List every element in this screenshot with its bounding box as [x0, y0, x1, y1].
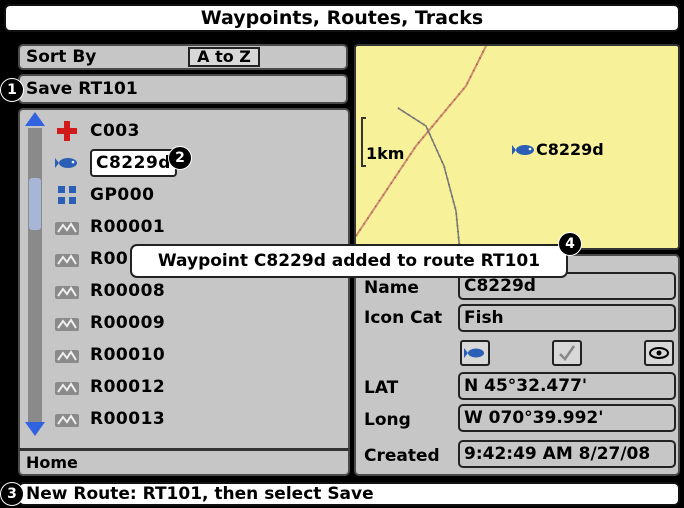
cross-icon [54, 120, 80, 142]
route-icon [54, 216, 80, 238]
grid-icon [54, 184, 80, 206]
fish-icon [464, 348, 484, 358]
scrollbar-track[interactable] [28, 128, 42, 422]
route-icon [54, 280, 80, 302]
name-label: Name [364, 278, 419, 298]
list-item-label: R00 [90, 249, 129, 269]
list-item[interactable]: R00013 [54, 404, 165, 434]
map-waypoint-label: C8229d [536, 140, 604, 159]
fish-icon [54, 152, 80, 174]
sort-by-label: Sort By [26, 47, 97, 67]
visibility-toggle[interactable] [644, 340, 674, 366]
eye-icon [649, 347, 669, 359]
home-button[interactable]: Home [18, 448, 350, 476]
list-item-label: C8229d [90, 149, 177, 177]
route-icon [54, 312, 80, 334]
list-item[interactable]: R00012 [54, 372, 165, 402]
route-icon [54, 344, 80, 366]
list-item-label: R00012 [90, 377, 166, 397]
longitude-field[interactable]: W 070°39.992' [458, 404, 676, 432]
fish-icon-option[interactable] [460, 340, 490, 366]
status-bar: New Route: RT101, then select Save [18, 482, 680, 506]
callout-badge-2: 2 [168, 146, 192, 170]
list-item-label: R00001 [90, 217, 166, 237]
list-item[interactable]: GP000 [54, 180, 154, 210]
list-item-label: GP000 [90, 185, 155, 205]
scroll-down-arrow-icon[interactable] [25, 422, 45, 436]
checkbox-option[interactable] [552, 340, 582, 366]
map-scale-label: 1km [366, 144, 405, 163]
latitude-field[interactable]: N 45°32.477' [458, 372, 676, 400]
list-item-label: C003 [90, 121, 140, 141]
scroll-up-arrow-icon[interactable] [25, 112, 45, 126]
map-waypoint[interactable]: C8229d [512, 140, 604, 159]
window-title: Waypoints, Routes, Tracks [4, 4, 680, 32]
scrollbar-thumb[interactable] [29, 178, 41, 230]
callout-badge-1: 1 [0, 78, 24, 102]
route-added-popup: Waypoint C8229d added to route RT101 [130, 244, 568, 278]
list-item[interactable]: C003 [54, 116, 140, 146]
fish-icon [512, 144, 534, 155]
icon-category-field[interactable]: Fish [458, 304, 676, 332]
list-item-label: R00010 [90, 345, 166, 365]
list-item-label: R00013 [90, 409, 166, 429]
route-icon [54, 376, 80, 398]
callout-badge-3: 3 [0, 482, 24, 506]
list-item[interactable]: R00009 [54, 308, 165, 338]
waypoint-info-panel: Name C8229d Icon Cat Fish LAT N 45°32.47… [354, 254, 680, 476]
created-label: Created [364, 446, 440, 466]
save-route-button[interactable]: Save RT101 [18, 74, 348, 104]
icon-cat-label: Icon Cat [364, 308, 443, 328]
list-item-label: R00008 [90, 281, 166, 301]
list-item[interactable]: R00010 [54, 340, 165, 370]
callout-badge-4: 4 [558, 232, 582, 256]
route-icon [54, 408, 80, 430]
chart-map-preview[interactable]: 1km C8229d [354, 44, 680, 250]
created-field: 9:42:49 AM 8/27/08 [458, 440, 676, 468]
list-item[interactable]: R00008 [54, 276, 165, 306]
list-item[interactable]: R00 [54, 244, 128, 274]
route-icon [54, 248, 80, 270]
list-item[interactable]: R00001 [54, 212, 165, 242]
list-item-selected[interactable]: C8229d [54, 148, 177, 178]
long-label: Long [364, 410, 411, 430]
list-item-label: R00009 [90, 313, 166, 333]
sort-by-row[interactable]: Sort By A to Z [18, 44, 348, 70]
check-icon [559, 345, 576, 361]
sort-order-select[interactable]: A to Z [188, 47, 260, 67]
lat-label: LAT [364, 378, 399, 398]
